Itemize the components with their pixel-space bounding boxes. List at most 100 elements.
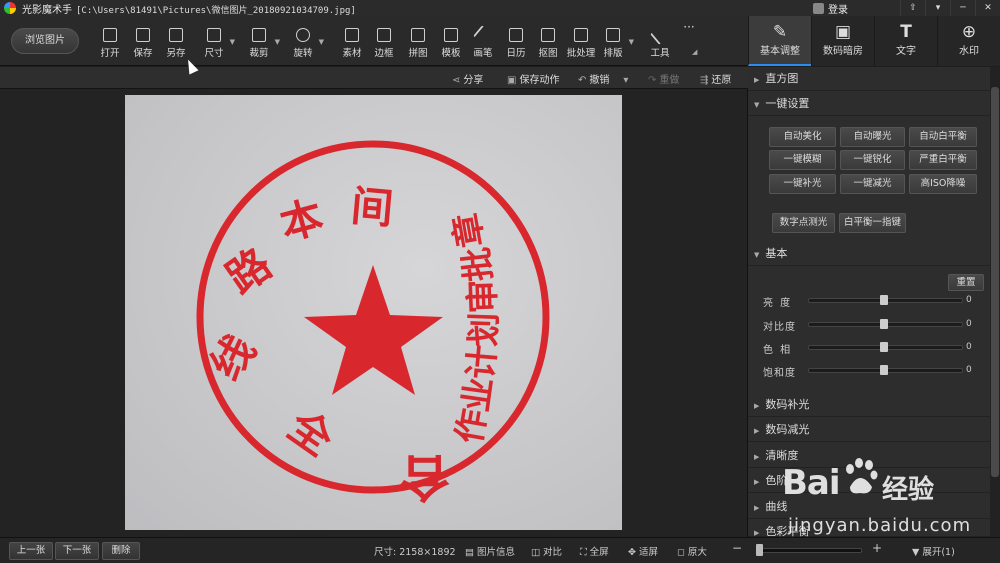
original-size-button[interactable]: ◻ 原大 xyxy=(677,544,707,558)
image-canvas[interactable]: 全 线 路 本 间 合 作 业 计 划 审 批 章 xyxy=(0,57,748,537)
save-action-button[interactable]: ▣ 保存动作 xyxy=(507,71,559,86)
compare-button[interactable]: ◫ 对比 xyxy=(531,544,562,558)
calendar-button[interactable]: 日历 xyxy=(501,24,531,64)
crop-dropdown-icon[interactable]: ▼ xyxy=(275,38,280,46)
reset-button[interactable]: 重置 xyxy=(948,274,984,291)
hue-slider-handle[interactable] xyxy=(880,342,888,352)
auto-exposure-button[interactable]: 自动曝光 xyxy=(840,127,905,147)
tools-icon xyxy=(650,25,670,45)
collage-button[interactable]: 拼图 xyxy=(403,24,433,64)
user-avatar-icon xyxy=(813,2,824,14)
save-as-button[interactable]: 另存 xyxy=(161,24,191,64)
layout-dropdown-icon[interactable]: ▼ xyxy=(629,38,634,46)
brush-button[interactable]: 画笔 xyxy=(468,24,498,64)
undo-dropdown-icon[interactable]: ▾ xyxy=(623,75,628,86)
zoom-slider-handle[interactable] xyxy=(756,544,763,556)
stamp-char: 批 xyxy=(457,245,500,283)
border-button[interactable]: 边框 xyxy=(369,24,399,64)
auto-beautify-button[interactable]: 自动美化 xyxy=(769,127,836,147)
auto-white-balance-button[interactable]: 自动白平衡 xyxy=(909,127,977,147)
undo-icon: ↶ xyxy=(578,75,587,86)
one-click-sharpen-button[interactable]: 一键锐化 xyxy=(840,150,905,170)
undo-button[interactable]: ↶ 撤销 ▾ xyxy=(578,71,631,86)
expand-arrow-icon: ▶ xyxy=(754,529,760,537)
login-button[interactable]: 登录 xyxy=(813,0,848,16)
more-button[interactable]: ··· xyxy=(674,20,704,60)
template-button[interactable]: 模板 xyxy=(436,24,466,64)
menu-button[interactable]: ▾ xyxy=(925,0,950,16)
save-button[interactable]: 保存 xyxy=(128,24,158,64)
panel-scrollbar-thumb[interactable] xyxy=(991,87,999,477)
resize-dropdown-icon[interactable]: ▼ xyxy=(230,38,235,46)
zoom-slider[interactable] xyxy=(760,548,862,553)
stamp-char: 章 xyxy=(447,210,492,250)
skin-button[interactable]: ⇧ xyxy=(900,0,925,16)
stamp-char: 间 xyxy=(349,181,395,233)
open-button[interactable]: 打开 xyxy=(95,24,125,64)
share-button[interactable]: ⋖ 分享 xyxy=(452,71,483,86)
browse-images-button[interactable]: 浏览图片 xyxy=(11,28,79,54)
restore-icon: ⇶ xyxy=(700,75,709,86)
high-iso-denoise-button[interactable]: 高ISO降噪 xyxy=(909,174,977,194)
resize-button[interactable]: 尺寸 ▼ xyxy=(199,24,235,64)
compare-icon: ◫ xyxy=(531,547,543,558)
save-as-icon xyxy=(169,28,183,42)
section-clarity[interactable]: ▶ 清晰度 xyxy=(748,444,990,468)
rotate-button[interactable]: 旋转 ▼ xyxy=(288,24,324,64)
tab-watermark[interactable]: ⊕ 水印 xyxy=(937,16,1000,66)
share-icon: ⋖ xyxy=(452,75,461,86)
stamp-text-group: 全 线 路 本 间 合 xyxy=(201,181,450,507)
image-info-button[interactable]: ▤ 图片信息 xyxy=(465,544,515,558)
section-curves[interactable]: ▶ 曲线 xyxy=(748,495,990,519)
delete-button[interactable]: 删除 xyxy=(102,542,140,560)
tab-basic-adjust[interactable]: ✎ 基本调整 xyxy=(748,16,811,66)
one-click-blur-button[interactable]: 一键模糊 xyxy=(769,150,836,170)
rotate-dropdown-icon[interactable]: ▼ xyxy=(319,38,324,46)
material-button[interactable]: 素材 xyxy=(337,24,367,64)
one-click-fill-light-button[interactable]: 一键补光 xyxy=(769,174,836,194)
cutout-icon xyxy=(541,28,555,42)
tab-digital-darkroom[interactable]: ▣ 数码暗房 xyxy=(811,16,874,66)
section-basic[interactable]: ▼ 基本 xyxy=(748,242,990,266)
previous-image-button[interactable]: 上一张 xyxy=(9,542,53,560)
app-logo-icon xyxy=(4,2,16,14)
restore-button[interactable]: ⇶ 还原 xyxy=(700,71,731,86)
template-icon xyxy=(444,28,458,42)
one-click-reduce-light-button[interactable]: 一键减光 xyxy=(840,174,905,194)
open-icon xyxy=(103,28,117,42)
zoom-out-button[interactable]: − xyxy=(732,541,742,555)
expand-filmstrip-button[interactable]: ▼ 展开(1) xyxy=(912,544,955,558)
white-balance-picker-button[interactable]: 白平衡一指键 xyxy=(839,213,906,233)
stamp-char: 本 xyxy=(275,191,328,249)
tab-text[interactable]: T 文字 xyxy=(874,16,937,66)
section-histogram[interactable]: ▶ 直方图 xyxy=(748,67,990,91)
toolbar-expand-icon[interactable]: ◢ xyxy=(692,48,697,56)
redo-button[interactable]: ↷ 重做 xyxy=(648,71,679,86)
close-button[interactable]: ✕ xyxy=(975,0,1000,16)
section-color-balance[interactable]: ▶ 色彩平衡 xyxy=(748,520,990,538)
zoom-in-button[interactable]: + xyxy=(872,541,882,555)
stamp-char: 合 xyxy=(400,448,450,507)
contrast-slider-handle[interactable] xyxy=(880,319,888,329)
section-levels[interactable]: ▶ 色阶 xyxy=(748,469,990,493)
layout-button[interactable]: 排版 ▼ xyxy=(598,24,634,64)
section-digital-reduce-light[interactable]: ▶ 数码减光 xyxy=(748,418,990,442)
panel-scrollbar[interactable] xyxy=(990,67,1000,537)
fullscreen-button[interactable]: ⛶ 全屏 xyxy=(580,544,609,558)
spot-metering-button[interactable]: 数字点测光 xyxy=(772,213,835,233)
tools-button[interactable]: 工具 xyxy=(645,24,675,64)
saturation-slider-handle[interactable] xyxy=(880,365,888,375)
cutout-button[interactable]: 抠图 xyxy=(533,24,563,64)
batch-icon xyxy=(574,28,588,42)
batch-button[interactable]: 批处理 xyxy=(566,24,596,64)
expand-arrow-icon: ▶ xyxy=(754,427,760,435)
section-digital-fill-light[interactable]: ▶ 数码补光 xyxy=(748,393,990,417)
brightness-slider-handle[interactable] xyxy=(880,295,888,305)
resize-icon xyxy=(207,28,221,42)
minimize-button[interactable]: ─ xyxy=(950,0,975,16)
crop-button[interactable]: 裁剪 ▼ xyxy=(244,24,280,64)
next-image-button[interactable]: 下一张 xyxy=(55,542,99,560)
fit-screen-button[interactable]: ✥ 适屏 xyxy=(628,544,658,558)
section-one-click[interactable]: ▼ 一键设置 xyxy=(748,92,990,116)
severe-white-balance-button[interactable]: 严重白平衡 xyxy=(909,150,977,170)
